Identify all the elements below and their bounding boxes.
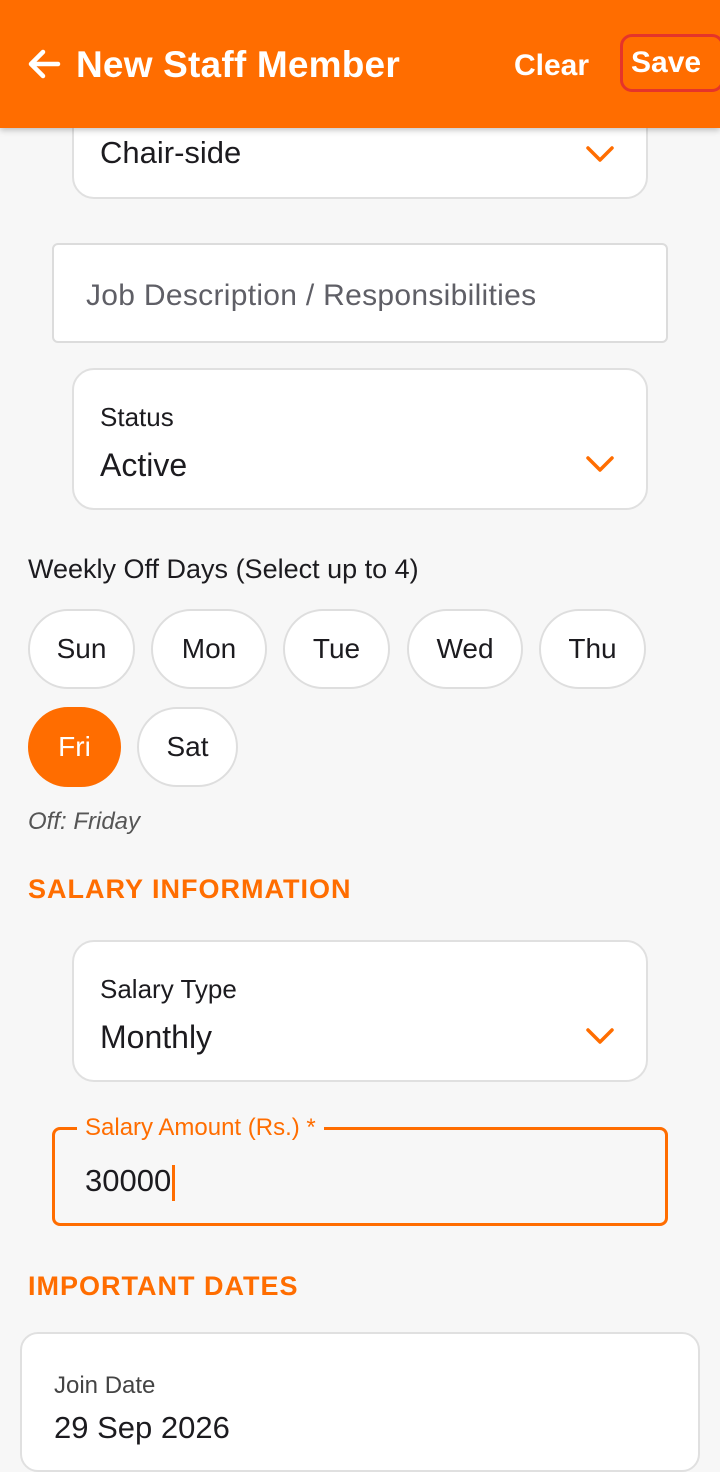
day-chip-sun[interactable]: Sun [28,609,135,689]
day-chip-thu[interactable]: Thu [539,609,646,689]
day-chip-mon[interactable]: Mon [151,609,267,689]
day-chip-sat[interactable]: Sat [137,707,238,787]
salary-type-label: Salary Type [100,974,237,1004]
chevron-down-icon [586,1028,614,1044]
salary-type-value: Monthly [100,1019,213,1055]
join-date-field[interactable]: Join Date 29 Sep 2026 [20,1332,700,1472]
salary-amount-input[interactable]: 30000 [85,1162,176,1201]
job-description-placeholder: Job Description / Responsibilities [86,279,537,312]
salary-amount-label: Salary Amount (Rs.) * [77,1113,324,1143]
join-date-label: Join Date [54,1372,156,1399]
status-dropdown[interactable]: Status Active [72,368,648,510]
text-cursor [172,1164,176,1201]
status-value: Active [100,447,188,483]
salary-amount-field[interactable]: Salary Amount (Rs.) * 30000 [52,1113,668,1226]
arrow-left-icon[interactable] [24,44,64,84]
day-chip-fri[interactable]: Fri [28,707,121,787]
dates-section-title: IMPORTANT DATES [28,1271,299,1301]
chevron-down-icon [586,456,614,472]
role-dropdown-value: Chair-side [100,135,242,170]
salary-type-dropdown[interactable]: Salary Type Monthly [72,940,648,1082]
weekly-off-title: Weekly Off Days (Select up to 4) [28,554,419,584]
save-button[interactable]: Save [620,34,720,92]
page-title: New Staff Member [76,44,400,85]
chevron-down-icon [586,146,614,162]
day-chip-wed[interactable]: Wed [407,609,523,689]
status-label: Status [100,402,174,432]
salary-amount-value: 30000 [85,1163,172,1198]
join-date-value: 29 Sep 2026 [54,1410,230,1445]
off-days-summary: Off: Friday [28,808,141,835]
salary-section-title: SALARY INFORMATION [28,874,352,904]
job-description-input[interactable]: Job Description / Responsibilities [52,243,668,343]
day-chip-tue[interactable]: Tue [283,609,390,689]
app-bar: New Staff Member Clear Save [0,0,720,128]
clear-button[interactable]: Clear [504,42,599,90]
